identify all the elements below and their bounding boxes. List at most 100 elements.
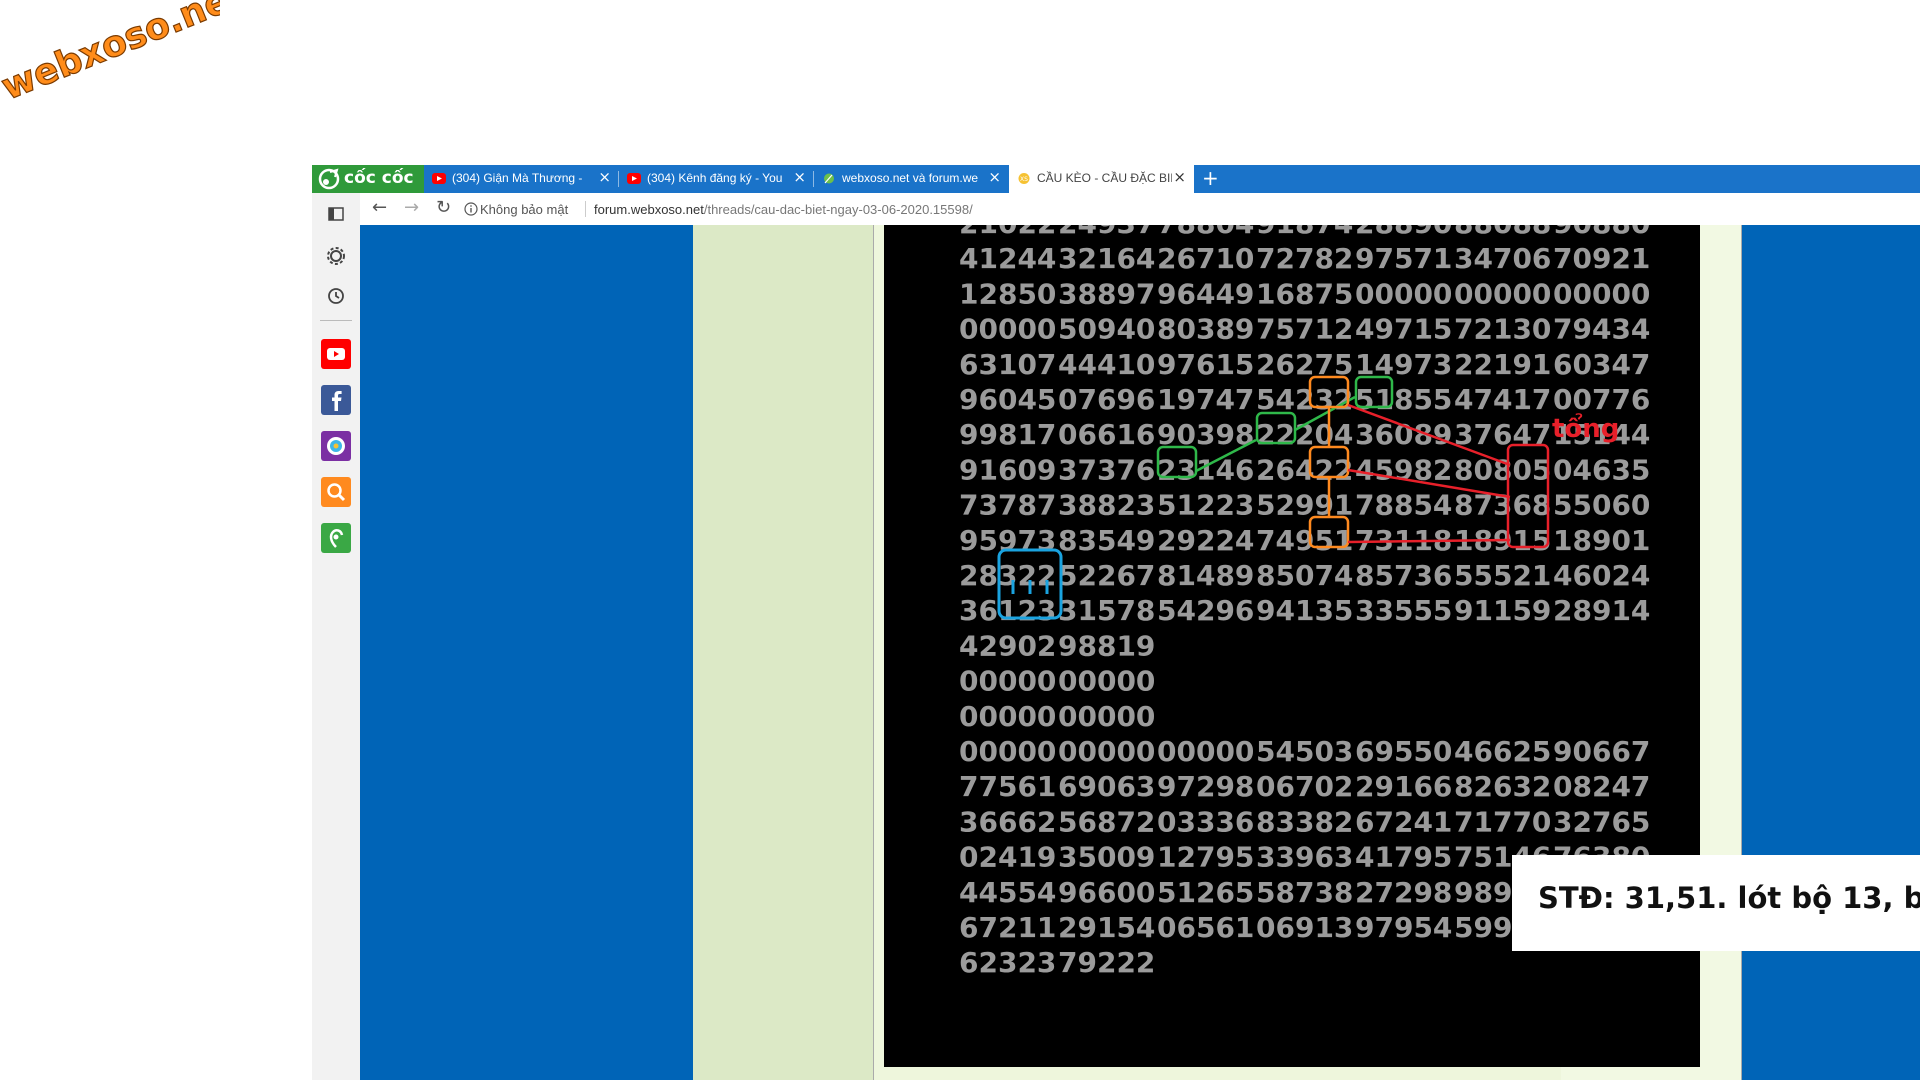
tab-cau-keo-active[interactable]: XS CẦU KÈO - CẦU ĐẶC BIỆ × [1009, 165, 1194, 193]
number-cell: 16875 [1256, 277, 1353, 310]
browser-window: cốc cốc (304) Giận Mà Thương - × (304) K… [312, 165, 1920, 1080]
number-cell: 96600 [1058, 876, 1155, 909]
annotation-word: tổng [1552, 411, 1619, 444]
number-cell: 42902 [959, 629, 1056, 662]
security-label[interactable]: Không bảo mật [480, 202, 568, 217]
number-cell: 97571 [1355, 242, 1452, 275]
gear-icon[interactable] [321, 241, 351, 271]
number-cell: 38897 [1058, 277, 1155, 310]
svg-text:webxoso.net: webxoso.net [0, 0, 220, 108]
page-background-left [360, 225, 693, 1080]
number-cell: 60347 [1553, 348, 1650, 381]
coccoc-map-icon[interactable] [321, 523, 351, 553]
history-icon[interactable] [321, 281, 351, 311]
number-cell: 80805 [1454, 453, 1551, 486]
tab-label: webxoso.net và forum.we [842, 171, 979, 185]
number-cell: 00000 [1157, 735, 1254, 768]
number-cell: 81489 [1157, 559, 1254, 592]
coccoc-logo-icon [318, 168, 340, 190]
number-cell: 52267 [1058, 559, 1155, 592]
number-cell: 67241 [1355, 805, 1452, 838]
number-cell: 21022 [959, 225, 1056, 240]
number-cell: 99817 [959, 418, 1056, 451]
number-cell: 04635 [1553, 453, 1650, 486]
number-cell: 29224 [1157, 524, 1254, 557]
forward-arrow-icon[interactable]: → [404, 197, 419, 218]
number-cell: 00000 [959, 313, 1056, 346]
number-cell: 44410 [1058, 348, 1155, 381]
sidebar-toggle-icon[interactable] [321, 199, 351, 229]
number-cell: 67211 [959, 911, 1056, 944]
number-cell: 88088 [1454, 225, 1551, 240]
svg-text:XS: XS [1020, 176, 1028, 183]
number-cell: 29166 [1355, 770, 1452, 803]
number-cell: 00000 [1058, 735, 1155, 768]
number-cell: 02419 [959, 841, 1056, 874]
note-text: STĐ: 31,51. lót bộ 13, bộ 15. [1538, 881, 1920, 915]
forum-margin-left [693, 225, 873, 1080]
number-cell: 19747 [1157, 383, 1254, 416]
number-cell: 00000 [1553, 277, 1650, 310]
number-cell: 91874 [1256, 225, 1353, 240]
facebook-icon[interactable] [321, 385, 351, 415]
note-overlay: STĐ: 31,51. lót bộ 13, bộ 15. [1512, 855, 1920, 951]
number-cell: 36089 [1355, 418, 1452, 451]
number-cell: 90667 [1553, 735, 1650, 768]
number-cell: 55521 [1454, 559, 1551, 592]
url-input[interactable]: forum.webxoso.net/threads/cau-dac-biet-n… [594, 202, 973, 217]
number-cell: 96045 [959, 383, 1056, 416]
number-cell: 51223 [1157, 489, 1254, 522]
site-leaf-icon [824, 173, 834, 184]
number-cell: 26422 [1256, 453, 1353, 486]
tab-webxoso[interactable]: webxoso.net và forum.we × [814, 165, 1009, 193]
number-cell: 00776 [1553, 383, 1650, 416]
browser-brand-label: cốc cốc [344, 168, 414, 188]
number-cell: 51855 [1355, 383, 1452, 416]
url-separator [585, 201, 586, 217]
number-cell: 38823 [1058, 489, 1155, 522]
number-cell: 94135 [1256, 594, 1353, 627]
number-cell: 31578 [1058, 594, 1155, 627]
number-cell: 18901 [1553, 524, 1650, 557]
music-icon[interactable] [321, 431, 351, 461]
number-cell: 83382 [1256, 805, 1353, 838]
number-cell: 41244 [959, 242, 1056, 275]
youtube-icon[interactable] [321, 339, 351, 369]
number-cell: 85074 [1256, 559, 1353, 592]
number-cell: 72130 [1454, 313, 1551, 346]
number-cell: 00000 [1058, 665, 1155, 698]
number-cell: 78854 [1355, 489, 1452, 522]
tab-bar: cốc cốc (304) Giận Mà Thương - × (304) K… [312, 165, 1920, 193]
number-cell: 72782 [1256, 242, 1353, 275]
back-arrow-icon[interactable]: ← [372, 197, 387, 218]
number-cell: 62323 [959, 946, 1056, 979]
tab-youtube-1[interactable]: (304) Giận Mà Thương - × [424, 165, 619, 193]
number-cell: 80389 [1157, 313, 1254, 346]
reload-icon[interactable]: ↻ [436, 197, 451, 218]
number-cell: 47417 [1454, 383, 1551, 416]
number-cell: 96449 [1157, 277, 1254, 310]
number-cell: 35009 [1058, 841, 1155, 874]
number-cell: 69063 [1058, 770, 1155, 803]
info-icon[interactable] [464, 202, 478, 216]
number-cell: 73787 [959, 489, 1056, 522]
close-tab-icon[interactable]: × [1173, 169, 1186, 185]
number-cell: 22191 [1454, 348, 1551, 381]
close-tab-icon[interactable]: × [598, 169, 611, 185]
close-tab-icon[interactable]: × [988, 169, 1001, 185]
number-cell: 00000 [1355, 277, 1452, 310]
number-cell: 46625 [1454, 735, 1551, 768]
tab-youtube-2[interactable]: (304) Kênh đăng ký - You × [619, 165, 814, 193]
number-cell: 54232 [1256, 383, 1353, 416]
number-cell: 07696 [1058, 383, 1155, 416]
close-tab-icon[interactable]: × [793, 169, 806, 185]
address-bar: ← → ↻ Không bảo mật forum.webxoso.net/th… [360, 193, 1920, 226]
search-icon[interactable] [321, 477, 351, 507]
number-cell: 36662 [959, 805, 1056, 838]
browser-brand[interactable]: cốc cốc [312, 165, 424, 193]
number-cell: 28914 [1553, 594, 1650, 627]
youtube-icon [432, 173, 446, 184]
youtube-icon [627, 173, 641, 184]
number-cell: 87368 [1454, 489, 1551, 522]
new-tab-button[interactable]: + [1202, 166, 1219, 190]
